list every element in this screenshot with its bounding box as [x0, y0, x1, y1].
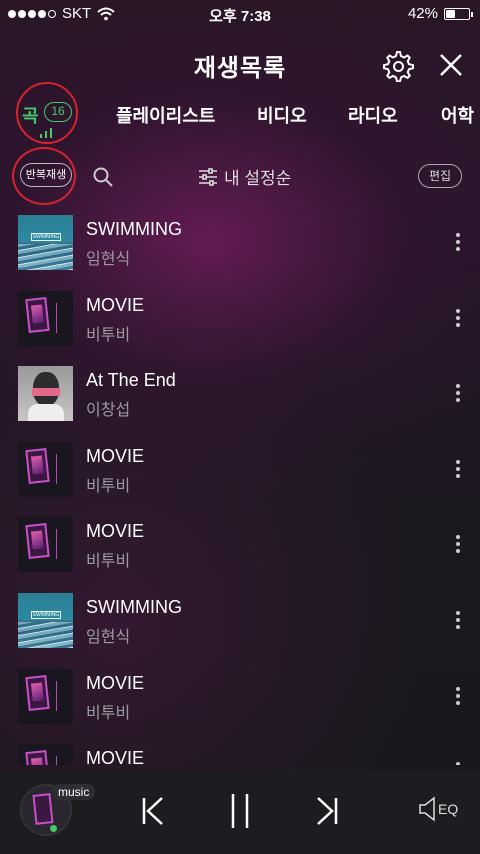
- song-title: MOVIE: [86, 294, 145, 315]
- tab-playlists[interactable]: 플레이리스트: [116, 102, 215, 128]
- sort-icon: [199, 167, 217, 186]
- gear-icon[interactable]: [380, 48, 414, 82]
- album-art: [18, 668, 73, 724]
- more-icon[interactable]: [448, 686, 468, 709]
- more-icon[interactable]: [448, 610, 468, 633]
- more-icon[interactable]: [448, 308, 468, 331]
- song-row[interactable]: MOVIE: [0, 734, 480, 765]
- tab-videos[interactable]: 비디오: [257, 102, 307, 128]
- header: 재생목록: [0, 38, 480, 90]
- more-icon[interactable]: [448, 233, 468, 255]
- speaker-icon: [419, 796, 435, 822]
- album-art: SWIMMING: [18, 215, 73, 270]
- song-title: MOVIE: [86, 445, 145, 466]
- tab-language[interactable]: 어학: [441, 102, 474, 128]
- search-icon[interactable]: [92, 166, 114, 188]
- progress-dot: [50, 825, 57, 832]
- album-art: [18, 441, 73, 497]
- eq-label: EQ: [438, 801, 459, 817]
- song-artist: 임현식: [86, 628, 131, 646]
- song-list: SWIMMING SWIMMING 임현식 MOVIE 비투비 At The End 이창섭…: [0, 205, 480, 765]
- pause-icon[interactable]: [223, 792, 257, 830]
- tab-radio[interactable]: 라디오: [348, 102, 398, 128]
- sort-button[interactable]: 내 설정순: [198, 164, 291, 189]
- album-art: [18, 744, 73, 765]
- battery-fill: [446, 9, 456, 18]
- repeat-button[interactable]: 반복재생: [20, 163, 72, 187]
- more-icon[interactable]: [448, 384, 468, 406]
- song-title: SWIMMING: [86, 219, 182, 239]
- song-title: SWIMMING: [86, 596, 182, 617]
- more-icon[interactable]: [448, 762, 468, 765]
- song-title: MOVIE: [86, 521, 145, 542]
- next-icon[interactable]: [310, 792, 344, 830]
- music-tag: music: [52, 784, 96, 800]
- song-artist: 이창섭: [86, 402, 131, 420]
- battery-percent: 42%: [407, 5, 438, 22]
- status-bar: SKT 오후 7:38 42%: [0, 0, 480, 28]
- song-row[interactable]: MOVIE 비투비: [0, 659, 480, 735]
- more-icon[interactable]: [448, 535, 468, 557]
- song-artist: 비투비: [86, 704, 131, 722]
- album-art: [18, 366, 73, 422]
- edit-button[interactable]: 편집: [418, 164, 462, 188]
- song-title: MOVIE: [86, 672, 145, 693]
- song-row[interactable]: SWIMMING SWIMMING 임현식: [0, 583, 480, 659]
- song-row[interactable]: SWIMMING SWIMMING 임현식: [0, 205, 480, 281]
- album-art: SWIMMING: [18, 592, 73, 648]
- album-art: [18, 290, 73, 346]
- close-icon[interactable]: [434, 48, 468, 82]
- song-artist: 비투비: [86, 553, 131, 571]
- album-art: [18, 517, 73, 573]
- song-row[interactable]: MOVIE 비투비: [0, 432, 480, 508]
- mini-player: music EQ: [0, 770, 480, 854]
- eq-button[interactable]: EQ: [418, 796, 458, 822]
- song-row[interactable]: MOVIE 비투비: [0, 507, 480, 583]
- repeat-label: 반복재생: [25, 169, 67, 181]
- song-artist: 임현식: [86, 251, 131, 268]
- song-row[interactable]: At The End 이창섭: [0, 356, 480, 432]
- battery-icon: [444, 7, 473, 20]
- song-row[interactable]: MOVIE 비투비: [0, 281, 480, 357]
- song-title: MOVIE: [86, 748, 145, 765]
- song-title: At The End: [86, 370, 176, 391]
- previous-icon[interactable]: [136, 792, 170, 830]
- status-right: 42%: [407, 5, 473, 22]
- song-artist: 비투비: [86, 477, 131, 495]
- more-icon[interactable]: [448, 459, 468, 482]
- sort-label: 내 설정순: [224, 169, 292, 188]
- song-artist: 비투비: [86, 326, 131, 344]
